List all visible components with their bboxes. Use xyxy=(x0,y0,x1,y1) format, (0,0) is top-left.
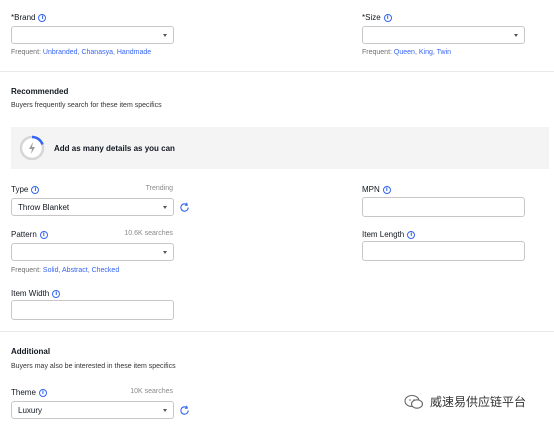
additional-subtitle: Buyers may also be interested in these i… xyxy=(11,363,176,370)
type-select[interactable]: Throw Blanket xyxy=(11,198,174,216)
brand-frequent-option[interactable]: Unbranded xyxy=(43,49,78,56)
banner-text: Add as many details as you can xyxy=(54,144,175,153)
details-banner: Add as many details as you can xyxy=(11,127,549,169)
progress-ring-icon xyxy=(19,135,45,161)
brand-frequent-option[interactable]: Handmade xyxy=(117,49,151,56)
theme-select[interactable]: Luxury xyxy=(11,401,174,419)
pattern-label-row: Pattern i xyxy=(11,230,48,239)
brand-label-row: *Brand i xyxy=(11,13,47,22)
chevron-down-icon xyxy=(163,250,167,254)
theme-label: Theme xyxy=(11,388,36,397)
watermark: 威速易供应链平台 xyxy=(404,393,526,410)
brand-frequent: Frequent: Unbranded, Chanasya, Handmade xyxy=(11,49,152,56)
recommended-title: Recommended xyxy=(11,87,69,96)
chevron-down-icon xyxy=(514,33,518,37)
pattern-frequent-option[interactable]: Checked xyxy=(92,267,120,274)
brand-frequent-prefix: Frequent: xyxy=(11,49,43,56)
brand-frequent-option[interactable]: Chanasya xyxy=(81,49,113,56)
watermark-text: 威速易供应链平台 xyxy=(430,395,527,409)
refresh-icon[interactable] xyxy=(179,202,190,213)
chevron-down-icon xyxy=(163,33,167,37)
refresh-icon[interactable] xyxy=(179,405,190,416)
item-length-input[interactable] xyxy=(362,241,525,261)
info-icon[interactable]: i xyxy=(31,185,40,194)
size-label: *Size xyxy=(362,13,381,22)
info-icon[interactable]: i xyxy=(52,289,61,298)
item-length-label-row: Item Length i xyxy=(362,230,416,239)
size-frequent-option[interactable]: Twin xyxy=(437,49,451,56)
pattern-select[interactable] xyxy=(11,243,174,261)
section-divider xyxy=(0,71,554,72)
item-width-input[interactable] xyxy=(11,300,174,320)
info-icon[interactable]: i xyxy=(382,185,391,194)
mpn-input[interactable] xyxy=(362,197,525,217)
mpn-label: MPN xyxy=(362,185,380,194)
pattern-frequent-option[interactable]: Abstract xyxy=(62,267,88,274)
item-length-label: Item Length xyxy=(362,230,405,239)
theme-hint: 10K searches xyxy=(130,388,173,395)
info-icon[interactable]: i xyxy=(38,13,47,22)
item-width-label: Item Width xyxy=(11,289,50,298)
type-select-value: Throw Blanket xyxy=(18,202,70,212)
pattern-frequent: Frequent: Solid, Abstract, Checked xyxy=(11,267,120,274)
size-frequent: Frequent: Queen, King, Twin xyxy=(362,49,452,56)
wechat-icon xyxy=(404,394,424,409)
section-divider xyxy=(0,331,554,332)
type-hint: Trending xyxy=(145,185,173,192)
recommended-subtitle: Buyers frequently search for these item … xyxy=(11,102,162,109)
size-frequent-prefix: Frequent: xyxy=(362,49,394,56)
info-icon[interactable]: i xyxy=(383,13,392,22)
size-frequent-option[interactable]: Queen xyxy=(394,49,415,56)
info-icon[interactable]: i xyxy=(38,388,47,397)
item-width-label-row: Item Width i xyxy=(11,289,61,298)
brand-select[interactable] xyxy=(11,26,174,44)
chevron-down-icon xyxy=(163,205,167,209)
info-icon[interactable]: i xyxy=(39,230,48,239)
theme-select-value: Luxury xyxy=(18,405,43,415)
size-select[interactable] xyxy=(362,26,525,44)
info-icon[interactable]: i xyxy=(407,230,416,239)
theme-label-row: Theme i xyxy=(11,388,47,397)
additional-title: Additional xyxy=(11,347,51,356)
size-frequent-option[interactable]: King xyxy=(419,49,433,56)
type-label: Type xyxy=(11,185,29,194)
brand-label: *Brand xyxy=(11,13,36,22)
size-label-row: *Size i xyxy=(362,13,392,22)
pattern-frequent-option[interactable]: Solid xyxy=(43,267,59,274)
type-label-row: Type i xyxy=(11,185,40,194)
pattern-frequent-prefix: Frequent: xyxy=(11,267,43,274)
pattern-hint: 10.6K searches xyxy=(124,230,173,237)
chevron-down-icon xyxy=(163,408,167,412)
mpn-label-row: MPN i xyxy=(362,185,391,194)
pattern-label: Pattern xyxy=(11,230,37,239)
